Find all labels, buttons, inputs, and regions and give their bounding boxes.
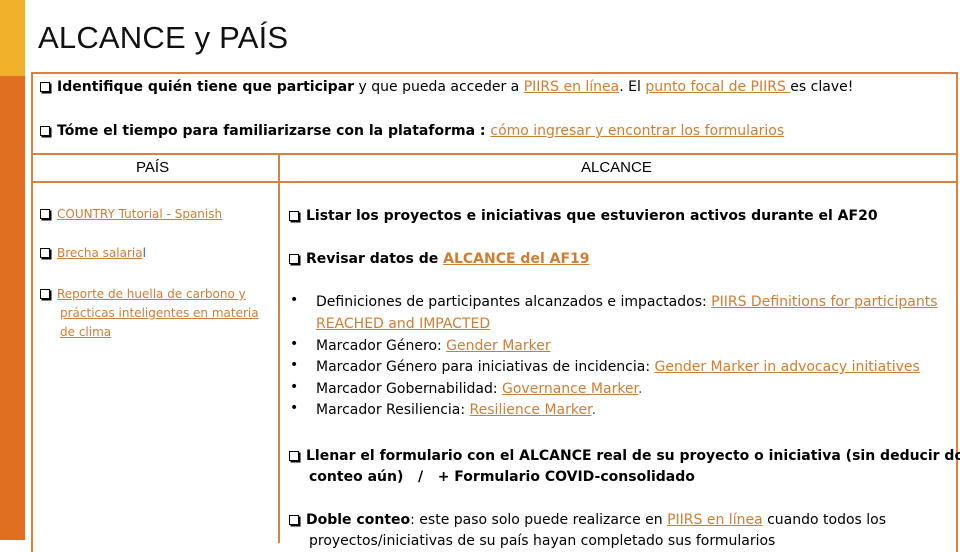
alcance-item: Doble conteo: este paso solo puede reali… [289,510,886,552]
alcance-item: Revisar datos de ALCANCE del AF19 [289,251,590,267]
accent-bar-gold [0,0,25,76]
checkbox-icon [289,451,299,461]
link-piirs-online[interactable]: PIIRS en línea [524,79,620,95]
intro-bold: Identifique quién tiene que participar [57,79,355,95]
intro-text: y que pueda acceder a [354,79,524,95]
bullet-text: Marcador Resiliencia: [316,402,470,418]
link-brecha-salarial[interactable]: Brecha salaria [57,246,143,260]
checkbox-icon [40,82,50,92]
bullet-item: • Definiciones de participantes alcanzad… [290,292,950,336]
bullet-text: Definiciones de participantes alcanzados… [316,294,712,310]
link-piirs-definitions[interactable]: PIIRS Definitions for participants [711,294,937,310]
link-resilience-marker[interactable]: Resilience Marker [470,402,592,418]
bullet-text: Marcador Gobernabilidad: [316,381,502,397]
pais-item: COUNTRY Tutorial - Spanish [40,207,222,221]
bullet-suffix: . [638,381,643,397]
intro-line-1: Identifique quién tiene que participar y… [40,79,853,95]
bullet-text: Marcador Género para iniciativas de inci… [316,359,655,375]
checkbox-icon [289,254,299,264]
alcance-item-text: cuando todos los [762,512,887,528]
page-title: ALCANCE y PAÍS [38,20,289,55]
alcance-item-text: Revisar datos de [306,251,444,267]
alcance-item: Llenar el formulario con el ALCANCE real… [289,446,960,488]
link-how-to-login[interactable]: cómo ingresar y encontrar los formulario… [490,123,784,139]
checkbox-icon [40,248,50,258]
bullet-icon: • [290,357,299,373]
link-carbon-report[interactable]: Reporte de huella de carbono y [57,287,246,301]
link-alcance-af19[interactable]: ALCANCE del AF19 [443,251,589,267]
bullet-icon: • [290,336,299,352]
checkbox-icon [289,211,299,221]
bullet-text: Marcador Género: [316,338,447,354]
link-carbon-report-line3[interactable]: de clima [40,325,111,339]
link-piirs-definitions-line2[interactable]: REACHED and IMPACTED [316,316,490,332]
pais-item: Reporte de huella de carbono y prácticas… [40,285,259,342]
intro-text: . El [619,79,646,95]
checkbox-icon [40,209,50,219]
link-piirs-focal-point[interactable]: punto focal de PIIRS [645,79,790,95]
accent-bar-orange [0,76,25,540]
bullet-icon: • [290,379,299,395]
table-column-divider [278,153,280,543]
column-header-alcance: ALCANCE [581,159,652,176]
link-piirs-online-2[interactable]: PIIRS en línea [667,512,763,528]
link-gender-marker[interactable]: Gender Marker [446,338,550,354]
link-governance-marker[interactable]: Governance Marker [502,381,638,397]
pais-item: Brecha salarial [40,246,146,260]
link-carbon-report-line2[interactable]: prácticas inteligentes en materia [40,306,259,320]
table-divider-header [31,181,958,183]
bullet-icon: • [290,292,299,308]
checkbox-icon [289,515,299,525]
alcance-item-text: : este paso solo puede realizarce en [410,512,668,528]
bullet-suffix: . [591,402,597,418]
alcance-item: Listar los proyectos e iniciativas que e… [289,208,878,224]
checkbox-icon [40,289,50,299]
link-gender-marker-advocacy[interactable]: Gender Marker in advocacy initiatives [655,359,920,375]
table-divider-intro [31,153,958,155]
alcance-item-bold: Doble conteo [306,512,411,528]
checkbox-icon [40,126,50,136]
intro-bold: Tóme el tiempo para familiarizarse con l… [57,123,491,139]
alcance-item-text: Llenar el formulario con el ALCANCE real… [306,448,960,464]
column-header-pais: PAÍS [136,159,170,176]
link-country-tutorial[interactable]: COUNTRY Tutorial - Spanish [57,207,222,221]
bullet-icon: • [290,400,299,416]
intro-line-2: Tóme el tiempo para familiarizarse con l… [40,123,784,139]
intro-text: es clave! [790,79,854,95]
alcance-item-text: Listar los proyectos e iniciativas que e… [306,208,878,224]
alcance-item-text-line2: conteo aún) / + Formulario COVID-consoli… [309,469,695,485]
text-cursor-char: l [142,246,146,260]
alcance-item-text-line2: proyectos/iniciativas de su país hayan c… [309,533,776,549]
